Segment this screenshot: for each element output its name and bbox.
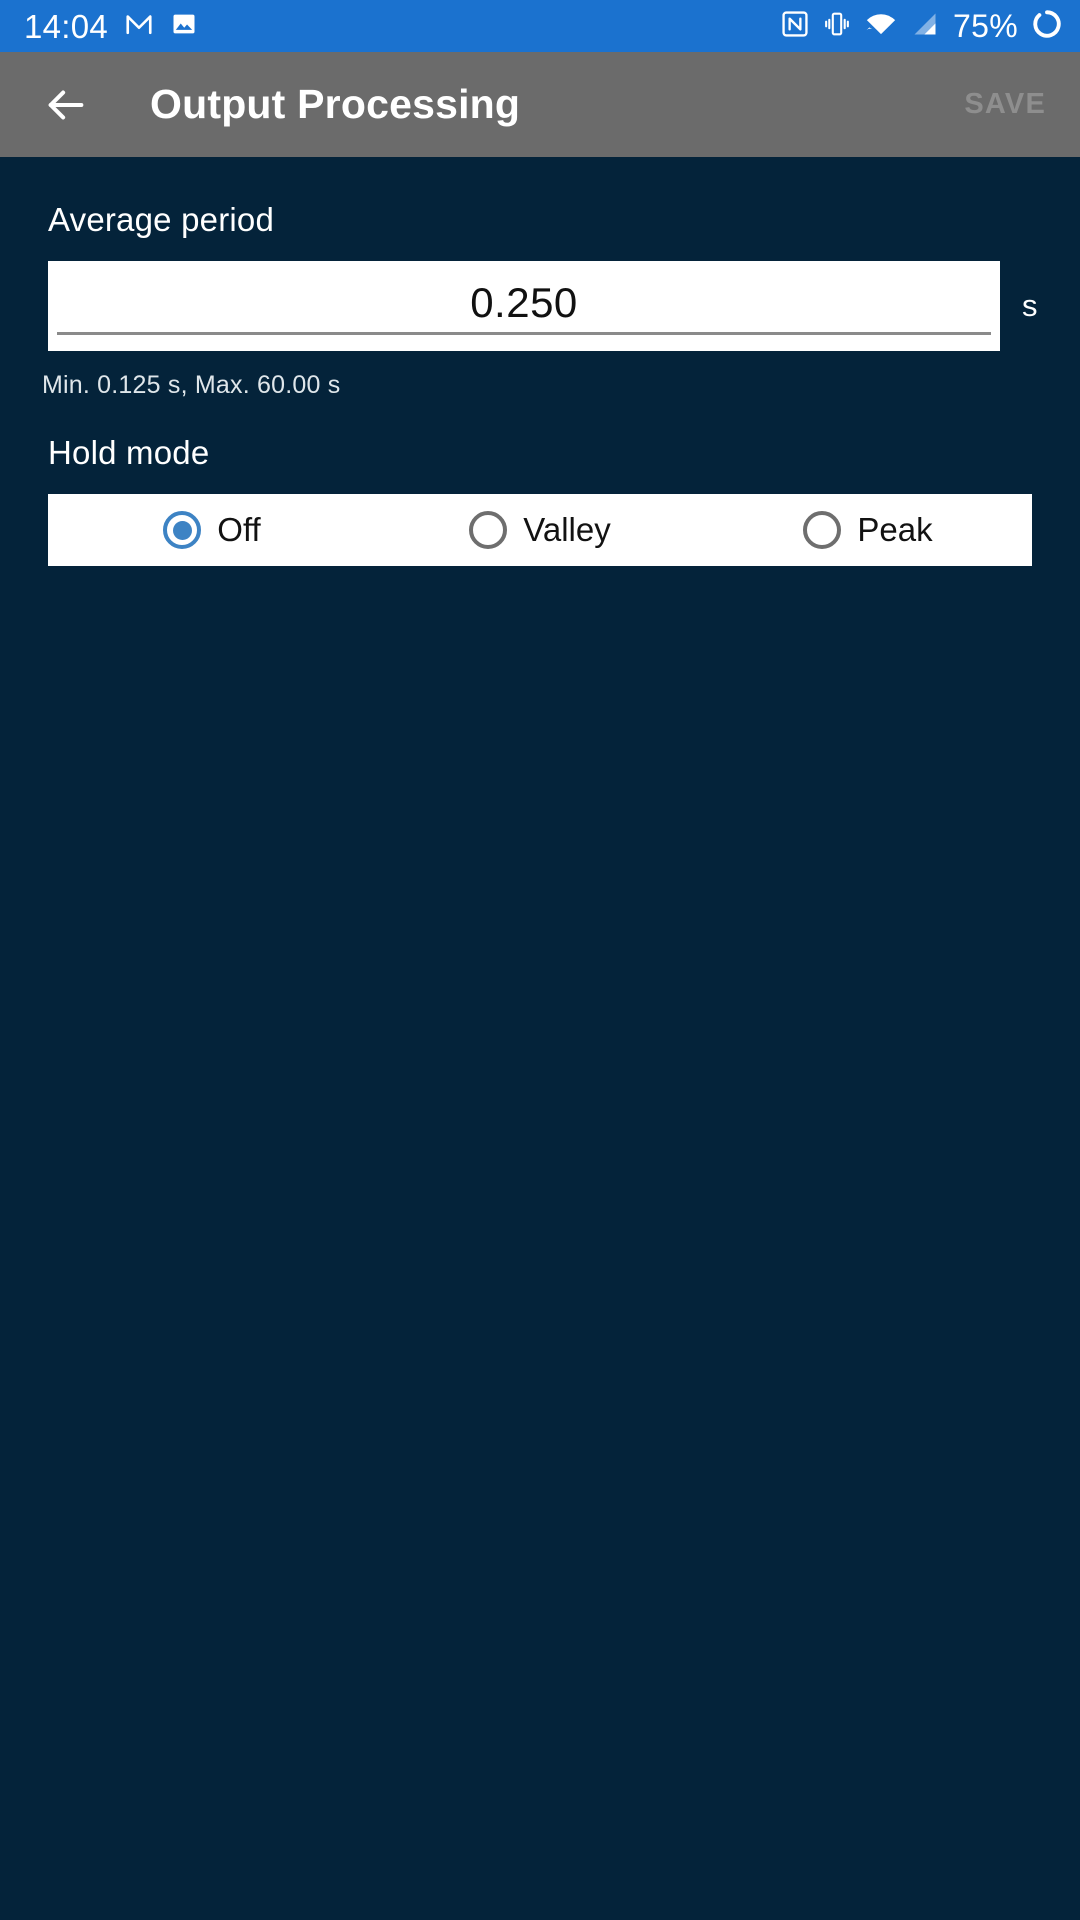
radio-button-icon-peak[interactable] [803,511,842,549]
average-period-unit: s [1022,288,1038,323]
hold-mode-radio-group: Off Valley Peak [48,494,1032,566]
settings-content: Average period 0.250 s Min. 0.125 s, Max… [0,157,1080,1920]
radio-button-icon-valley[interactable] [469,511,508,549]
average-period-input[interactable]: 0.250 [48,261,1000,351]
input-underline [57,332,991,335]
average-period-row: 0.250 s [0,261,1080,351]
radio-option-peak[interactable]: Peak [704,494,1032,566]
hold-mode-label: Hold mode [48,434,210,471]
wifi-icon [865,10,897,43]
average-period-label: Average period [48,201,275,238]
gmail-icon [124,9,154,44]
radio-label-valley: Valley [523,511,611,548]
image-icon [170,10,198,43]
nfc-icon [781,10,809,43]
radio-option-valley[interactable]: Valley [376,494,704,566]
radio-option-off[interactable]: Off [48,494,376,566]
status-bar: 14:04 75% [0,0,1080,52]
average-period-hint: Min. 0.125 s, Max. 60.00 s [42,371,341,399]
battery-charging-icon [1032,9,1062,44]
back-arrow-icon [48,90,84,119]
status-bar-right: 75% [781,9,1062,44]
radio-dot [172,520,192,540]
back-button[interactable] [34,73,98,137]
battery-percent-label: 75% [953,8,1018,44]
app-bar: Output Processing SAVE [0,52,1080,157]
radio-label-peak: Peak [857,511,933,548]
average-period-value: 0.250 [470,279,578,326]
vibrate-icon [823,10,851,43]
radio-label-off: Off [217,511,261,548]
status-bar-left: 14:04 [24,9,198,44]
cellular-signal-icon [911,10,939,43]
save-button[interactable]: SAVE [956,78,1054,131]
page-title: Output Processing [150,81,521,127]
radio-button-icon-off[interactable] [163,511,202,549]
status-clock: 14:04 [24,7,109,45]
